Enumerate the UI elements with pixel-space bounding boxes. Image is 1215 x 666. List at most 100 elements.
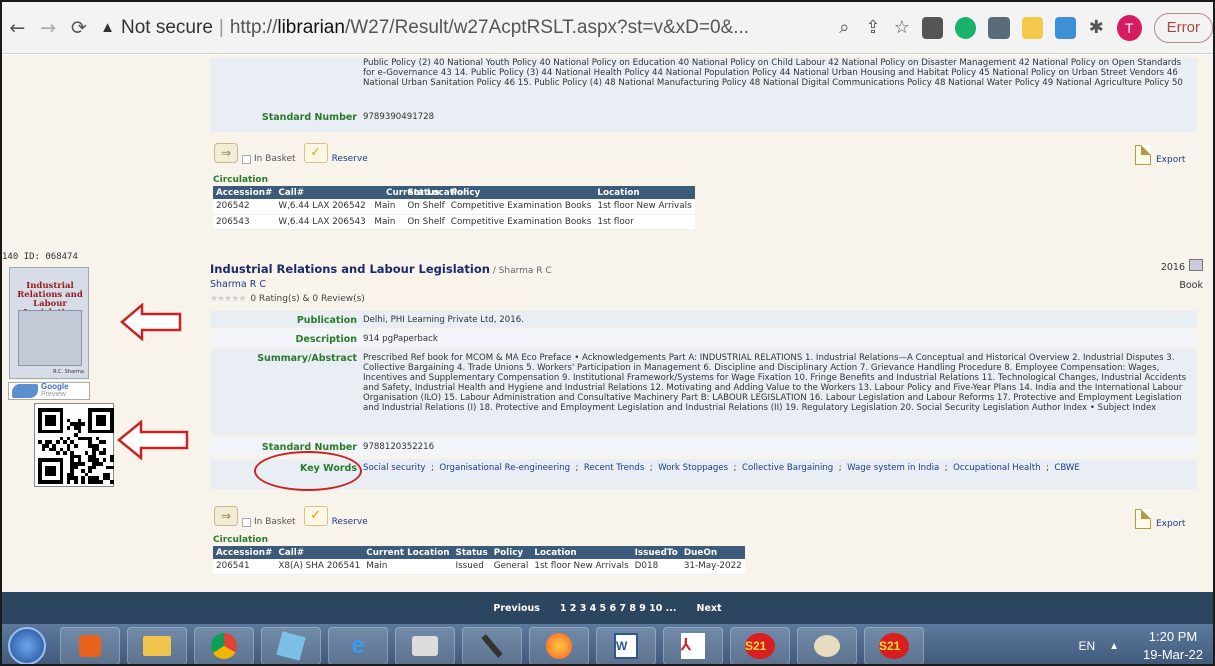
qr-module [110, 429, 114, 434]
keyword-link[interactable]: Organisational Re-engineering [439, 463, 570, 473]
export-label[interactable]: Export [1156, 519, 1185, 529]
summary-label: Summary/Abstract [257, 353, 357, 364]
col-accession: Accession# [213, 546, 276, 559]
back-icon[interactable]: ← [2, 17, 33, 39]
keyword-link[interactable]: Collective Bargaining [742, 463, 833, 473]
export-link-1[interactable]: Export [1135, 145, 1185, 165]
basket-controls-2: ⇒ In Basket ✓ Reserve [214, 505, 368, 527]
taskbar-firefox-icon[interactable] [529, 627, 589, 664]
col-policy: Policy [490, 546, 532, 559]
qr-code [34, 403, 114, 487]
col-current-location: Current Location [363, 546, 453, 559]
cell: 1st floor [594, 214, 695, 230]
cell: D018 [631, 559, 681, 575]
address-separator: | [218, 16, 224, 38]
taskbar-mic-icon[interactable] [462, 627, 522, 664]
taskbar-chrome-icon[interactable] [194, 627, 254, 664]
taskbar-pdf-icon[interactable]: ⅄ [663, 627, 723, 664]
book-title-text[interactable]: Industrial Relations and Labour Legislat… [210, 262, 490, 276]
taskbar-explorer-icon[interactable] [127, 627, 187, 664]
keyword-link[interactable]: Recent Trends [584, 463, 644, 473]
qr-module [77, 429, 82, 434]
cell: 31-May-2022 [680, 559, 745, 575]
start-button[interactable] [8, 627, 46, 664]
taskbar-projector-icon[interactable] [395, 627, 455, 664]
clock[interactable]: 1:20 PM 19-Mar-22 [1143, 628, 1203, 664]
reserve-link[interactable]: Reserve [332, 154, 368, 164]
basket-icon[interactable]: ⇒ [214, 506, 238, 526]
warning-icon[interactable]: ▲ [100, 19, 115, 36]
rating-stars-icon[interactable]: ★★★★★ [210, 294, 246, 304]
grammarly-icon[interactable] [955, 16, 977, 39]
policy-text: Public Policy (2) 40 National Youth Poli… [363, 58, 1183, 88]
table-row: 206543 W,6.44 LAX 206543 Main On Shelf C… [213, 214, 695, 230]
qr-module [52, 422, 56, 426]
std-number-row-2: Standard Number 9788120352216 [210, 438, 1197, 455]
book-cover[interactable]: Industrial Relations and Labour Legislat… [9, 267, 89, 379]
export-link-2[interactable]: Export [1135, 509, 1185, 529]
circulation-heading-1: Circulation [213, 175, 269, 185]
taskbar-word-icon[interactable]: W [596, 627, 656, 664]
error-button[interactable]: Error [1153, 12, 1213, 43]
reserve-link[interactable]: Reserve [332, 517, 368, 527]
screenshot-frame: ← → ⟳ ▲ Not secure | http://librarian/W2… [0, 0, 1215, 666]
book-title[interactable]: Industrial Relations and Labour Legislat… [210, 262, 552, 276]
language-indicator[interactable]: EN [1078, 639, 1095, 653]
bookmark-star-icon[interactable]: ☆ [887, 17, 916, 38]
col-issued-to: IssuedTo [631, 546, 681, 559]
col-call: Call# [275, 186, 372, 199]
google-sub: Preview [41, 391, 66, 398]
col-due-on: DueOn [680, 546, 745, 559]
reserve-icon[interactable]: ✓ [303, 506, 328, 526]
security-label[interactable]: Not secure [121, 17, 213, 39]
circulation-table-2: Accession# Call# Current Location Status… [213, 546, 745, 575]
cell: On Shelf [404, 214, 448, 230]
reload-icon[interactable]: ⟳ [63, 17, 94, 39]
reserve-icon[interactable]: ✓ [303, 143, 328, 163]
export-label[interactable]: Export [1156, 155, 1185, 165]
in-basket-checkbox[interactable] [242, 517, 251, 527]
qr-module [52, 472, 56, 477]
google-preview-button[interactable]: Google Preview [8, 382, 90, 400]
taskbar-ie-icon[interactable]: e [328, 627, 388, 664]
export-icon[interactable] [1135, 509, 1151, 529]
previous-link[interactable]: Previous [493, 603, 539, 614]
image-extension-icon[interactable] [1054, 16, 1076, 39]
next-link[interactable]: Next [697, 603, 722, 614]
forward-icon[interactable]: → [33, 17, 64, 39]
url-host: librarian [277, 16, 345, 38]
cell: W,6.44 LAX 206542 [275, 199, 372, 215]
col-call: Call# [275, 546, 364, 559]
keyword-link[interactable]: Social security [363, 463, 426, 473]
basket-icon[interactable]: ⇒ [214, 143, 238, 163]
author-link[interactable]: Sharma R C [210, 279, 266, 290]
zoom-icon[interactable]: ⌕ [830, 17, 859, 38]
address-bar[interactable]: ▲ Not secure | http://librarian/W27/Resu… [100, 11, 830, 45]
folder-icon[interactable] [1021, 16, 1043, 39]
profile-avatar[interactable]: T [1116, 14, 1142, 41]
item-type: Book [1179, 280, 1203, 291]
puzzle-icon[interactable]: ✱ [1082, 17, 1111, 38]
export-icon[interactable] [1135, 145, 1151, 165]
tray-expand-icon[interactable]: ▲ [1109, 641, 1119, 652]
taskbar-sticky-icon[interactable] [261, 627, 321, 664]
keyword-link[interactable]: Wage system in India [847, 463, 939, 473]
url-text[interactable]: http://librarian/W27/Result/w27AcptRSLT.… [230, 17, 749, 39]
cell: 206542 [213, 199, 276, 215]
reader-icon[interactable] [988, 16, 1010, 39]
taskbar-paint-icon[interactable] [797, 627, 857, 664]
keyword-link[interactable]: Work Stoppages [658, 463, 728, 473]
qr-module [99, 480, 103, 484]
qr-module [102, 422, 107, 426]
keyword-link[interactable]: CBWE [1054, 463, 1080, 473]
taskbar-s21-icon[interactable]: S21 [730, 627, 790, 664]
taskbar-media-icon[interactable] [60, 627, 120, 664]
taskbar-s21-icon-2[interactable]: S21 [864, 627, 924, 664]
keyword-link[interactable]: Occupational Health [953, 463, 1040, 473]
page-links[interactable]: 1 2 3 4 5 6 7 8 9 10 ... [560, 603, 677, 614]
in-basket-checkbox[interactable] [242, 154, 251, 164]
qr-module [81, 462, 85, 466]
pub-year: 2016 [1160, 262, 1185, 273]
share-icon[interactable]: ⇪ [859, 17, 888, 38]
extension-icon[interactable] [922, 16, 944, 39]
